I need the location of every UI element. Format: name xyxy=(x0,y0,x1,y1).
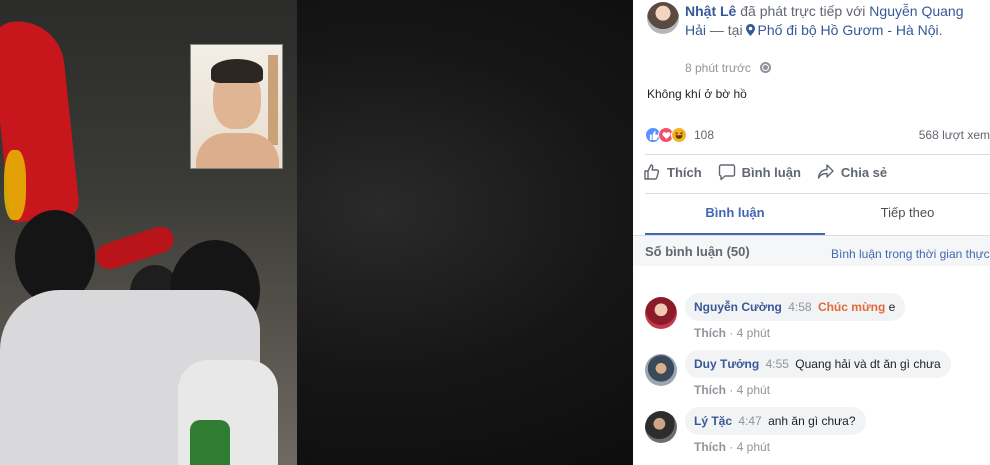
share-icon xyxy=(817,164,834,179)
comment-like-link[interactable]: Thích xyxy=(694,326,726,340)
reactions-summary[interactable]: 108 xyxy=(645,126,714,144)
post-panel: Nhật Lê đã phát trực tiếp với Nguyễn Qua… xyxy=(633,0,990,465)
action-text: đã phát trực tiếp với xyxy=(736,3,870,19)
commenter-name[interactable]: Lý Tặc xyxy=(694,414,732,428)
author-avatar[interactable] xyxy=(647,2,679,34)
comment-meta: Thích · 4 phút xyxy=(694,326,771,340)
commenter-name[interactable]: Duy Tưởng xyxy=(694,357,759,371)
share-label: Chia sẻ xyxy=(840,164,888,180)
like-button[interactable]: Thích xyxy=(643,163,702,181)
haha-reaction-icon xyxy=(671,127,687,143)
location-end: . xyxy=(938,22,943,38)
view-count: 568 lượt xem xyxy=(918,128,990,142)
thumbs-up-icon xyxy=(644,164,660,180)
comment-meta: Thích · 4 phút xyxy=(694,383,771,397)
comment-age[interactable]: 4 phút xyxy=(737,383,770,397)
pip-hair xyxy=(211,59,263,83)
flag-shape xyxy=(92,223,178,273)
comment-order-toggle[interactable]: Bình luận trong thời gian thực xyxy=(831,247,990,261)
comment-time: 4:55 xyxy=(765,357,789,371)
comment-text: anh ăn gì chưa? xyxy=(768,414,856,428)
pip-background xyxy=(268,55,278,145)
commenter-avatar[interactable] xyxy=(645,411,677,443)
comment-time: 4:47 xyxy=(738,414,762,428)
comment-meta: Thích · 4 phút xyxy=(694,440,771,454)
comment-age[interactable]: 4 phút xyxy=(737,326,770,340)
author-name[interactable]: Nhật Lê xyxy=(685,3,736,19)
commenter-avatar[interactable] xyxy=(645,297,677,329)
flag-star xyxy=(4,150,26,220)
comments-header: Số bình luận (50) Bình luận trong thời g… xyxy=(633,236,990,266)
comment-like-link[interactable]: Thích xyxy=(694,440,726,454)
comment-time: 4:58 xyxy=(788,300,812,314)
location-name: Phố đi bộ Hồ Gươm - Hà Nội xyxy=(757,22,939,38)
comment-icon xyxy=(718,164,735,181)
comment-highlight-text: Chúc mừng xyxy=(817,300,886,314)
comment-like-link[interactable]: Thích xyxy=(694,383,726,397)
commenter-avatar[interactable] xyxy=(645,354,677,386)
comment-item: Nguyễn Cường 4:58 Chúc mừng e Thích · 4 … xyxy=(645,293,990,349)
like-label: Thích xyxy=(667,164,702,180)
live-video-player[interactable] xyxy=(0,0,633,465)
globe-icon xyxy=(760,62,772,73)
post-header: Nhật Lê đã phát trực tiếp với Nguyễn Qua… xyxy=(685,2,985,40)
comment-age[interactable]: 4 phút xyxy=(737,440,770,454)
comment-item: Duy Tưởng 4:55 Quang hải và dt ăn gì chư… xyxy=(645,350,990,406)
comment-bubble: Nguyễn Cường 4:58 Chúc mừng e xyxy=(685,293,906,321)
location-link[interactable]: Phố đi bộ Hồ Gươm - Hà Nội xyxy=(746,22,939,38)
comment-text: e xyxy=(885,300,896,314)
comment-item: Lý Tặc 4:47 anh ăn gì chưa? Thích · 4 ph… xyxy=(645,407,990,463)
comment-button[interactable]: Bình luận xyxy=(718,163,801,181)
comment-bubble: Duy Tưởng 4:55 Quang hải và dt ăn gì chư… xyxy=(685,350,951,378)
location-pin-icon xyxy=(746,24,756,36)
jersey-mark xyxy=(190,420,230,465)
tab-comments[interactable]: Bình luận xyxy=(645,194,825,235)
comment-text: Quang hải và dt ăn gì chưa xyxy=(795,357,941,371)
share-button[interactable]: Chia sẻ xyxy=(817,163,887,181)
commenter-name[interactable]: Nguyễn Cường xyxy=(694,300,782,314)
picture-in-picture-guest[interactable] xyxy=(190,44,283,169)
comment-bubble: Lý Tặc 4:47 anh ăn gì chưa? xyxy=(685,407,866,435)
comment-tabs: Bình luận Tiếp theo xyxy=(633,194,990,235)
post-meta: 8 phút trước xyxy=(685,61,772,75)
reaction-count: 108 xyxy=(694,128,715,142)
post-actions: Thích Bình luận Chia sẻ xyxy=(643,163,903,181)
comment-label: Bình luận xyxy=(741,164,801,180)
at-text: — tại xyxy=(706,22,747,38)
post-time[interactable]: 8 phút trước xyxy=(685,61,751,75)
pip-body xyxy=(196,133,279,168)
tab-follow[interactable]: Tiếp theo xyxy=(825,194,990,235)
post-text: Không khí ở bờ hồ xyxy=(647,87,747,101)
comment-count: Số bình luận (50) xyxy=(645,244,750,259)
divider xyxy=(645,154,990,155)
